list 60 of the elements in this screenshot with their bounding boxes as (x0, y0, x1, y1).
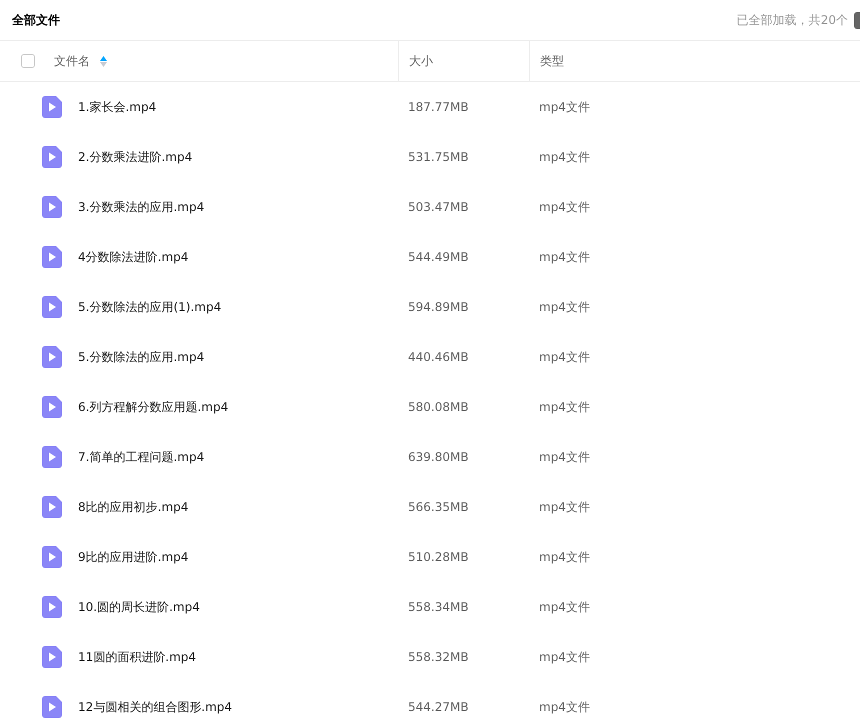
file-size: 580.08MB (408, 399, 469, 416)
sort-icon[interactable] (100, 56, 107, 66)
side-handle[interactable] (854, 12, 860, 28)
video-file-icon (42, 196, 62, 218)
video-file-icon (42, 596, 62, 618)
file-size: 187.77MB (408, 99, 469, 116)
file-size: 558.34MB (408, 599, 469, 616)
column-header[interactable]: 类型 (540, 52, 564, 70)
file-type: mp4文件 (539, 499, 590, 516)
video-file-icon (42, 646, 62, 668)
video-file-icon (42, 96, 62, 118)
video-file-icon (42, 146, 62, 168)
file-name[interactable]: 11圆的面积进阶.mp4 (78, 648, 196, 666)
column-header[interactable]: 大小 (409, 52, 433, 70)
file-name[interactable]: 4分数除法进阶.mp4 (78, 248, 188, 266)
video-file-icon (42, 346, 62, 368)
file-size: 440.46MB (408, 349, 469, 366)
file-type: mp4文件 (539, 299, 590, 316)
file-size: 639.80MB (408, 449, 469, 466)
video-file-icon (42, 246, 62, 268)
file-size: 503.47MB (408, 199, 469, 216)
page-title: 全部文件 (12, 12, 60, 29)
file-type: mp4文件 (539, 649, 590, 666)
video-file-icon (42, 696, 62, 718)
file-size: 544.49MB (408, 249, 469, 266)
file-type: mp4文件 (539, 349, 590, 366)
video-file-icon (42, 446, 62, 468)
file-type: mp4文件 (539, 199, 590, 216)
file-type: mp4文件 (539, 399, 590, 416)
file-type: mp4文件 (539, 549, 590, 566)
file-name[interactable]: 5.分数除法的应用.mp4 (78, 348, 204, 366)
file-name[interactable]: 12与圆相关的组合图形.mp4 (78, 698, 232, 716)
file-name[interactable]: 10.圆的周长进阶.mp4 (78, 598, 200, 616)
file-type: mp4文件 (539, 449, 590, 466)
file-size: 531.75MB (408, 149, 469, 166)
video-file-icon (42, 546, 62, 568)
file-size: 510.28MB (408, 549, 469, 566)
file-size: 544.27MB (408, 699, 469, 716)
file-name[interactable]: 6.列方程解分数应用题.mp4 (78, 398, 228, 416)
video-file-icon (42, 396, 62, 418)
file-size: 594.89MB (408, 299, 469, 316)
file-type: mp4文件 (539, 99, 590, 116)
video-file-icon (42, 296, 62, 318)
file-size: 558.32MB (408, 649, 469, 666)
file-name[interactable]: 8比的应用初步.mp4 (78, 498, 188, 516)
file-name[interactable]: 5.分数除法的应用(1).mp4 (78, 298, 222, 316)
select-all-checkbox[interactable] (21, 54, 35, 68)
load-status: 已全部加载，共20个 (736, 12, 848, 29)
file-name[interactable]: 2.分数乘法进阶.mp4 (78, 148, 192, 166)
video-file-icon (42, 496, 62, 518)
file-name[interactable]: 1.家长会.mp4 (78, 98, 156, 116)
file-type: mp4文件 (539, 699, 590, 716)
file-size: 566.35MB (408, 499, 469, 516)
file-name[interactable]: 9比的应用进阶.mp4 (78, 548, 188, 566)
file-name[interactable]: 7.简单的工程问题.mp4 (78, 448, 204, 466)
file-name[interactable]: 3.分数乘法的应用.mp4 (78, 198, 204, 216)
column-header[interactable]: 文件名 (54, 52, 90, 70)
file-type: mp4文件 (539, 149, 590, 166)
file-type: mp4文件 (539, 249, 590, 266)
file-type: mp4文件 (539, 599, 590, 616)
